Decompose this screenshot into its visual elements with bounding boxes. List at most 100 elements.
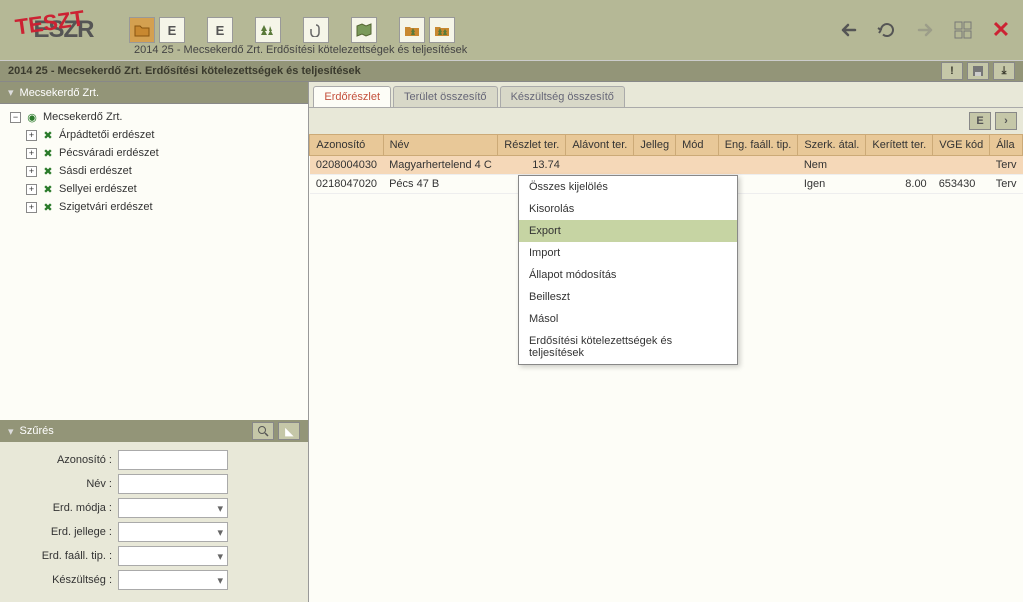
- expander-minus-icon[interactable]: −: [10, 112, 21, 123]
- cm-erdositesi[interactable]: Erdősítési kötelezettségek és teljesítés…: [519, 330, 737, 364]
- cell: Terv: [990, 156, 1023, 175]
- page-title: 2014 25 - Mecsekerdő Zrt. Erdősítési köt…: [8, 65, 361, 77]
- keszultseg-select[interactable]: [118, 570, 228, 590]
- tree-child-node[interactable]: + ✖ Sásdi erdészet: [0, 162, 308, 180]
- tree-node-label: Sásdi erdészet: [59, 165, 132, 177]
- refresh-button[interactable]: [871, 16, 903, 44]
- back-button[interactable]: [833, 16, 865, 44]
- forestry-icon: ✖: [41, 200, 55, 214]
- logo: ESZR TESZT: [6, 5, 121, 55]
- cm-paste[interactable]: Beilleszt: [519, 286, 737, 308]
- grid-e-button[interactable]: E: [969, 112, 991, 130]
- expander-plus-icon[interactable]: +: [26, 148, 37, 159]
- cell: 8.00: [866, 175, 933, 194]
- subheader-save-button[interactable]: [967, 62, 989, 80]
- cell: [933, 156, 990, 175]
- folder-open-icon[interactable]: [129, 17, 155, 43]
- tree-node-label: Szigetvári erdészet: [59, 201, 153, 213]
- grid-view-button[interactable]: [947, 16, 979, 44]
- cm-kisorolas[interactable]: Kisorolás: [519, 198, 737, 220]
- tab-terulet[interactable]: Terület összesítő: [393, 86, 498, 107]
- nav-right: ✕: [833, 16, 1017, 44]
- cell: Pécs 47 B: [383, 175, 498, 194]
- cell: Magyarhertelend 4 C: [383, 156, 498, 175]
- cm-import[interactable]: Import: [519, 242, 737, 264]
- jellege-select[interactable]: [118, 522, 228, 542]
- trees-icon[interactable]: [255, 17, 281, 43]
- grid-more-button[interactable]: ›: [995, 112, 1017, 130]
- col-header[interactable]: Álla: [990, 135, 1023, 156]
- cm-select-all[interactable]: Összes kijelölés: [519, 176, 737, 198]
- field-label: Erd. módja :: [10, 502, 118, 514]
- collapse-icon: ▾: [8, 86, 14, 99]
- col-header[interactable]: Részlet ter.: [498, 135, 566, 156]
- tree-root-node[interactable]: − ◉ Mecsekerdő Zrt.: [0, 108, 308, 126]
- filter-panel-header[interactable]: ▾ Szűrés ◣: [0, 420, 308, 442]
- folder-trees-icon[interactable]: [399, 17, 425, 43]
- tab-erdoreszlet[interactable]: Erdőrészlet: [313, 86, 391, 107]
- col-header[interactable]: Eng. faáll. tip.: [718, 135, 798, 156]
- close-button[interactable]: ✕: [985, 16, 1017, 44]
- filter-form: Azonosító : Név : Erd. módja : Erd. jell…: [0, 442, 308, 602]
- tree: − ◉ Mecsekerdő Zrt. + ✖ Árpádtetői erdés…: [0, 104, 308, 420]
- col-header[interactable]: VGE kód: [933, 135, 990, 156]
- cell: [566, 156, 634, 175]
- modja-select[interactable]: [118, 498, 228, 518]
- azonosito-input[interactable]: [118, 450, 228, 470]
- table-row[interactable]: 0208004030 Magyarhertelend 4 C 13.74 Nem…: [310, 156, 1023, 175]
- org-icon: ◉: [25, 110, 39, 124]
- attachment-icon[interactable]: [303, 17, 329, 43]
- tree-child-node[interactable]: + ✖ Pécsváradi erdészet: [0, 144, 308, 162]
- cm-allapot[interactable]: Állapot módosítás: [519, 264, 737, 286]
- field-label: Erd. faáll. tip. :: [10, 550, 118, 562]
- map-icon[interactable]: [351, 17, 377, 43]
- col-header[interactable]: Név: [383, 135, 498, 156]
- faall-select[interactable]: [118, 546, 228, 566]
- search-button[interactable]: [252, 422, 274, 440]
- collapse-icon: ▾: [8, 425, 14, 438]
- tree-child-node[interactable]: + ✖ Szigetvári erdészet: [0, 198, 308, 216]
- field-label: Név :: [10, 478, 118, 490]
- field-label: Készültség :: [10, 574, 118, 586]
- col-header[interactable]: Kerített ter.: [866, 135, 933, 156]
- toolbar-e1-button[interactable]: E: [159, 17, 185, 43]
- cell: 0208004030: [310, 156, 383, 175]
- tab-bar: Erdőrészlet Terület összesítő Készültség…: [309, 82, 1023, 108]
- tree-panel-header[interactable]: ▾ Mecsekerdő Zrt.: [0, 82, 308, 104]
- clear-filter-button[interactable]: ◣: [278, 422, 300, 440]
- tree-child-node[interactable]: + ✖ Sellyei erdészet: [0, 180, 308, 198]
- cell: [634, 156, 676, 175]
- col-header[interactable]: Mód: [676, 135, 719, 156]
- tree-node-label: Mecsekerdő Zrt.: [43, 111, 122, 123]
- subheader-down-button[interactable]: ⤓: [993, 62, 1015, 80]
- field-label: Erd. jellege :: [10, 526, 118, 538]
- cell: 653430: [933, 175, 990, 194]
- cell: [866, 156, 933, 175]
- forward-button[interactable]: [909, 16, 941, 44]
- context-menu: Összes kijelölés Kisorolás Export Import…: [518, 175, 738, 365]
- cm-export[interactable]: Export: [519, 220, 737, 242]
- tree-node-label: Sellyei erdészet: [59, 183, 137, 195]
- toolbar-e2-button[interactable]: E: [207, 17, 233, 43]
- expander-plus-icon[interactable]: +: [26, 166, 37, 177]
- main-toolbar: E E: [129, 17, 455, 43]
- app-header: ESZR TESZT E E ✕ 2014 25 - Mecsekerdő Zr…: [0, 0, 1023, 60]
- tree-child-node[interactable]: + ✖ Árpádtetői erdészet: [0, 126, 308, 144]
- cell: [718, 156, 798, 175]
- col-header[interactable]: Szerk. átal.: [798, 135, 866, 156]
- nev-input[interactable]: [118, 474, 228, 494]
- tab-keszultseg[interactable]: Készültség összesítő: [500, 86, 625, 107]
- subheader-warn-button[interactable]: !: [941, 62, 963, 80]
- cm-copy[interactable]: Másol: [519, 308, 737, 330]
- col-header[interactable]: Jelleg: [634, 135, 676, 156]
- expander-plus-icon[interactable]: +: [26, 184, 37, 195]
- cell: 13.74: [498, 156, 566, 175]
- expander-plus-icon[interactable]: +: [26, 130, 37, 141]
- col-header[interactable]: Azonosító: [310, 135, 383, 156]
- col-header[interactable]: Alávont ter.: [566, 135, 634, 156]
- cell: 0218047020: [310, 175, 383, 194]
- forestry-icon: ✖: [41, 182, 55, 196]
- folder-trees2-icon[interactable]: [429, 17, 455, 43]
- tree-title: Mecsekerdő Zrt.: [20, 87, 99, 99]
- expander-plus-icon[interactable]: +: [26, 202, 37, 213]
